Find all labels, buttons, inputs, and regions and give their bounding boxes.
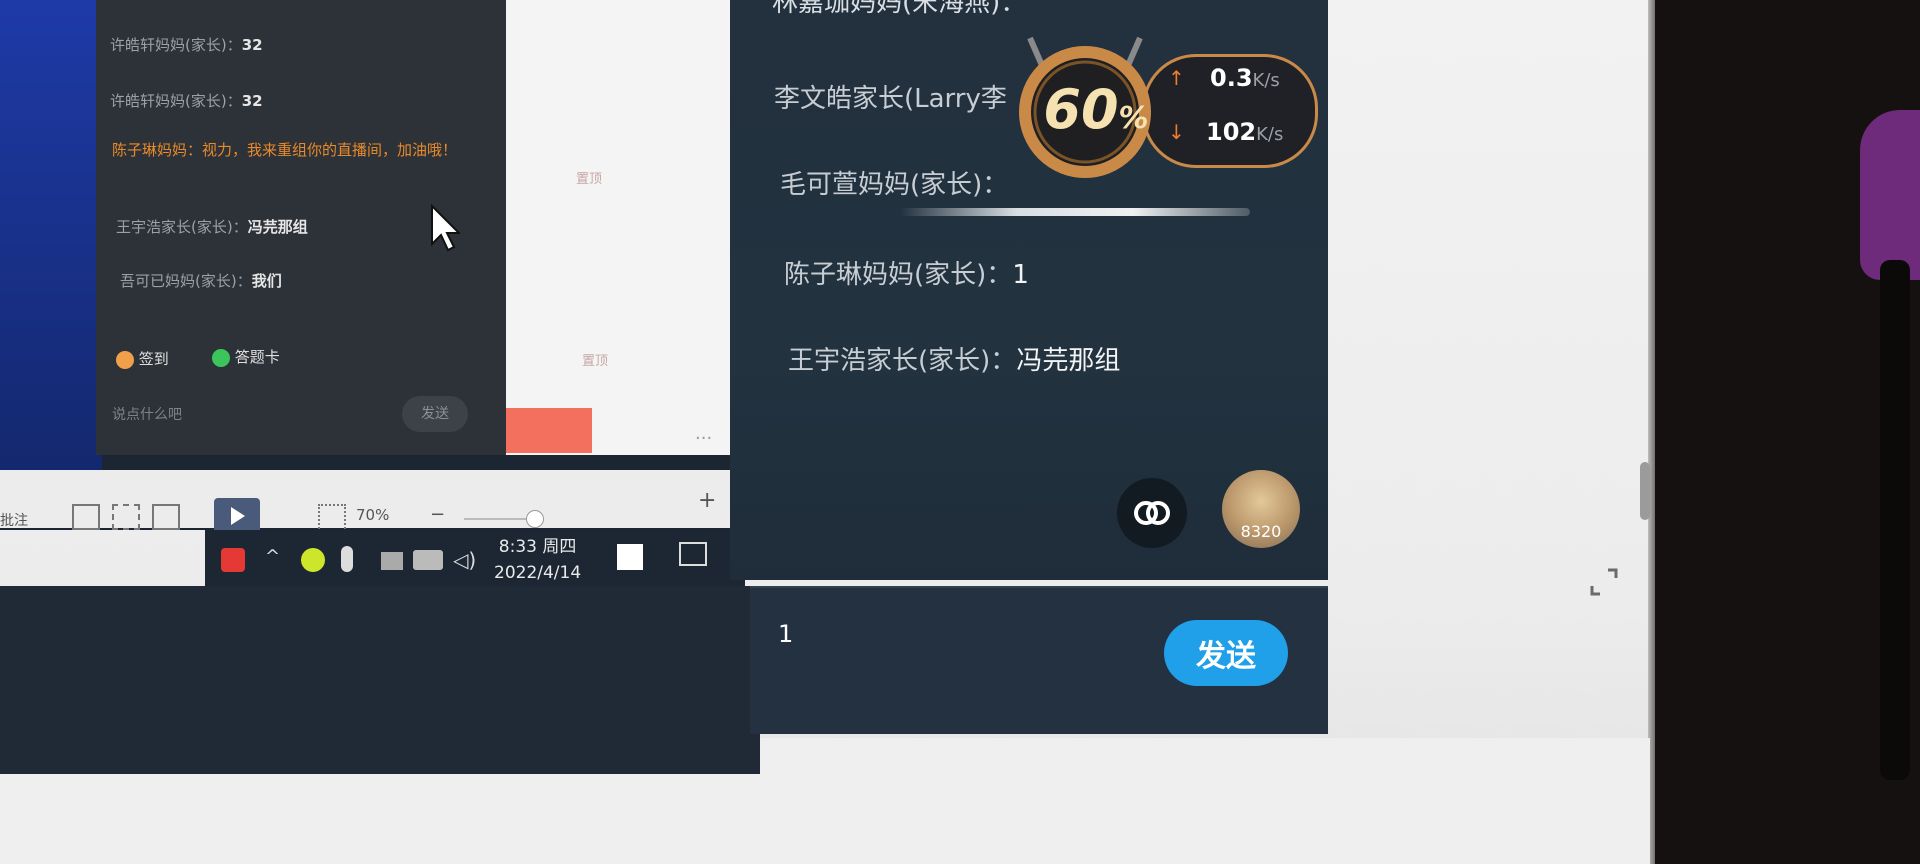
tray-app-icon [301,548,325,572]
input-method-icon [221,548,245,572]
fit-screen-icon [318,504,346,532]
play-icon [214,498,260,534]
shared-side-label: 置顶 [582,354,609,369]
scrollbar-thumb[interactable] [1640,462,1650,520]
book-icon [152,504,180,530]
download-speed-unit: K/s [1256,124,1284,145]
shared-annotate-label: 批注 [0,513,28,529]
download-speed-value: 102 [1206,118,1257,146]
shared-red-button [506,408,592,453]
shared-sign-in-button: 签到 [116,348,169,369]
chat-sender: 王宇浩家长(家长) [788,346,991,376]
link-button[interactable] [1117,478,1187,548]
chat-message: 陈子琳妈妈(家长)：1 [784,260,1029,290]
chat-loading-bar [900,208,1250,216]
link-icon [1134,501,1170,525]
upload-speed-unit: K/s [1252,70,1280,91]
shared-toolbar: 批注 70% − + [0,470,742,534]
background-chair [1860,110,1920,280]
download-arrow-icon: ↓ [1168,120,1185,144]
shared-chat-input: 说点什么吧 [112,407,182,423]
chat-message: 李文皓家长(Larry李 [774,78,1007,115]
message-icon [679,542,707,566]
performance-badge: 60% [1034,78,1158,141]
chat-text: 冯芫那组 [1016,346,1121,376]
shared-chat-message: 吾可已妈妈(家长)：我们 [120,272,282,290]
shared-chat-message: 许皓轩妈妈(家长)：32 [110,36,263,54]
performance-value: 60 [1043,78,1119,141]
sign-in-icon [116,350,134,369]
chat-sender: 陈子琳妈妈(家长) [784,260,987,290]
shared-send-button: 发送 [402,396,468,432]
background-cable [1880,260,1910,780]
shared-chat-message: 王宇浩家长(家长)：冯芫那组 [116,218,308,236]
shared-screen-desk [0,586,760,774]
chat-text: 1 [1012,260,1029,290]
shared-clock-time: 8:33 周四 [498,537,577,557]
more-icon: ··· [695,428,713,449]
chat-input[interactable]: 1 [778,620,793,648]
chat-message: 王宇浩家长(家长)：冯芫那组 [788,346,1121,376]
chevron-up-icon: ^ [265,546,281,567]
shared-taskbar: ^ ◁) [205,530,745,586]
upload-arrow-icon: ↑ [1168,66,1185,90]
zoom-in-icon: + [698,488,717,513]
layout-grid-icon [112,504,140,530]
chat-sender: 毛可萱妈妈(家长) [780,170,983,200]
shared-clock: 8:33 周四 2022/4/14 [494,534,581,586]
chat-message: 毛可萱妈妈(家长)： [780,170,1009,200]
send-button[interactable]: 发送 [1164,620,1288,686]
volume-icon: ◁) [453,548,477,572]
points-card-icon [212,348,230,367]
shared-chat-message: 许皓轩妈妈(家长)：32 [110,92,263,110]
chat-sender: 李文皓家长(Larry李 [774,84,1007,114]
upload-speed-value: 0.3 [1210,64,1253,92]
shared-side-panel: 置顶 置顶 [506,0,742,455]
battery-icon [413,550,443,570]
expand-icon[interactable] [1588,566,1620,598]
viewer-count: 8320 [1240,522,1282,541]
chat-message-partial: 林嘉珈妈妈(宋海燕)： [772,0,1027,18]
shared-points-button: 答题卡 [212,346,280,367]
layout-single-icon [72,504,100,530]
mouse-cursor-icon [431,204,460,252]
zoom-slider-thumb [526,510,544,528]
zoom-out-icon: − [430,504,446,525]
shared-side-label: 置顶 [576,172,603,187]
download-speed: 102K/s [1206,118,1283,146]
shared-zoom-level: 70% [356,506,390,524]
shared-clock-date: 2022/4/14 [494,563,582,583]
notification-app-icon [617,544,643,570]
shared-highlight-message: 陈子琳妈妈：视力，我来重组你的直播间，加油哦！ [112,141,458,159]
upload-speed: 0.3K/s [1210,64,1280,92]
network-icon [381,552,403,570]
shared-desktop-wallpaper [0,0,102,470]
performance-unit: % [1118,101,1149,136]
microphone-icon [341,546,353,572]
